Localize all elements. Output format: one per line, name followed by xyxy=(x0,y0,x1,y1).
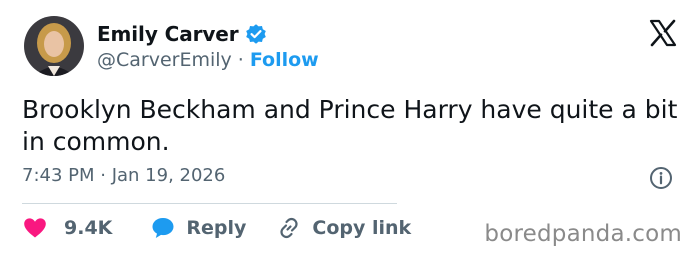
copy-link-label: Copy link xyxy=(312,217,412,239)
reply-label: Reply xyxy=(186,217,247,239)
link-icon xyxy=(276,215,302,241)
like-count: 9.4K xyxy=(64,217,113,239)
author-name-row: Emily Carver xyxy=(97,22,267,46)
tweet-text: Brooklyn Beckham and Prince Harry have q… xyxy=(22,95,678,156)
info-icon[interactable] xyxy=(649,166,673,190)
copy-link-button[interactable]: Copy link xyxy=(276,215,411,241)
verified-badge-icon xyxy=(245,23,267,45)
author-handle-row: @CarverEmily · Follow xyxy=(97,49,319,71)
speech-bubble-icon xyxy=(150,215,176,241)
handle-separator: · xyxy=(237,49,244,71)
author-handle[interactable]: @CarverEmily xyxy=(97,49,232,71)
x-logo-icon[interactable] xyxy=(648,18,678,48)
tweet-timestamp[interactable]: 7:43 PM · Jan 19, 2026 xyxy=(22,165,225,186)
heart-icon xyxy=(22,215,48,241)
avatar[interactable] xyxy=(24,16,84,76)
watermark: boredpanda.com xyxy=(484,221,682,247)
tweet-card: Emily Carver @CarverEmily · Follow Brook… xyxy=(0,0,700,256)
divider xyxy=(22,203,397,204)
follow-button[interactable]: Follow xyxy=(250,49,319,71)
action-bar: 9.4K Reply Copy link xyxy=(22,215,411,241)
like-button[interactable]: 9.4K xyxy=(22,215,112,241)
author-display-name[interactable]: Emily Carver xyxy=(97,22,239,46)
reply-button[interactable]: Reply xyxy=(150,215,246,241)
